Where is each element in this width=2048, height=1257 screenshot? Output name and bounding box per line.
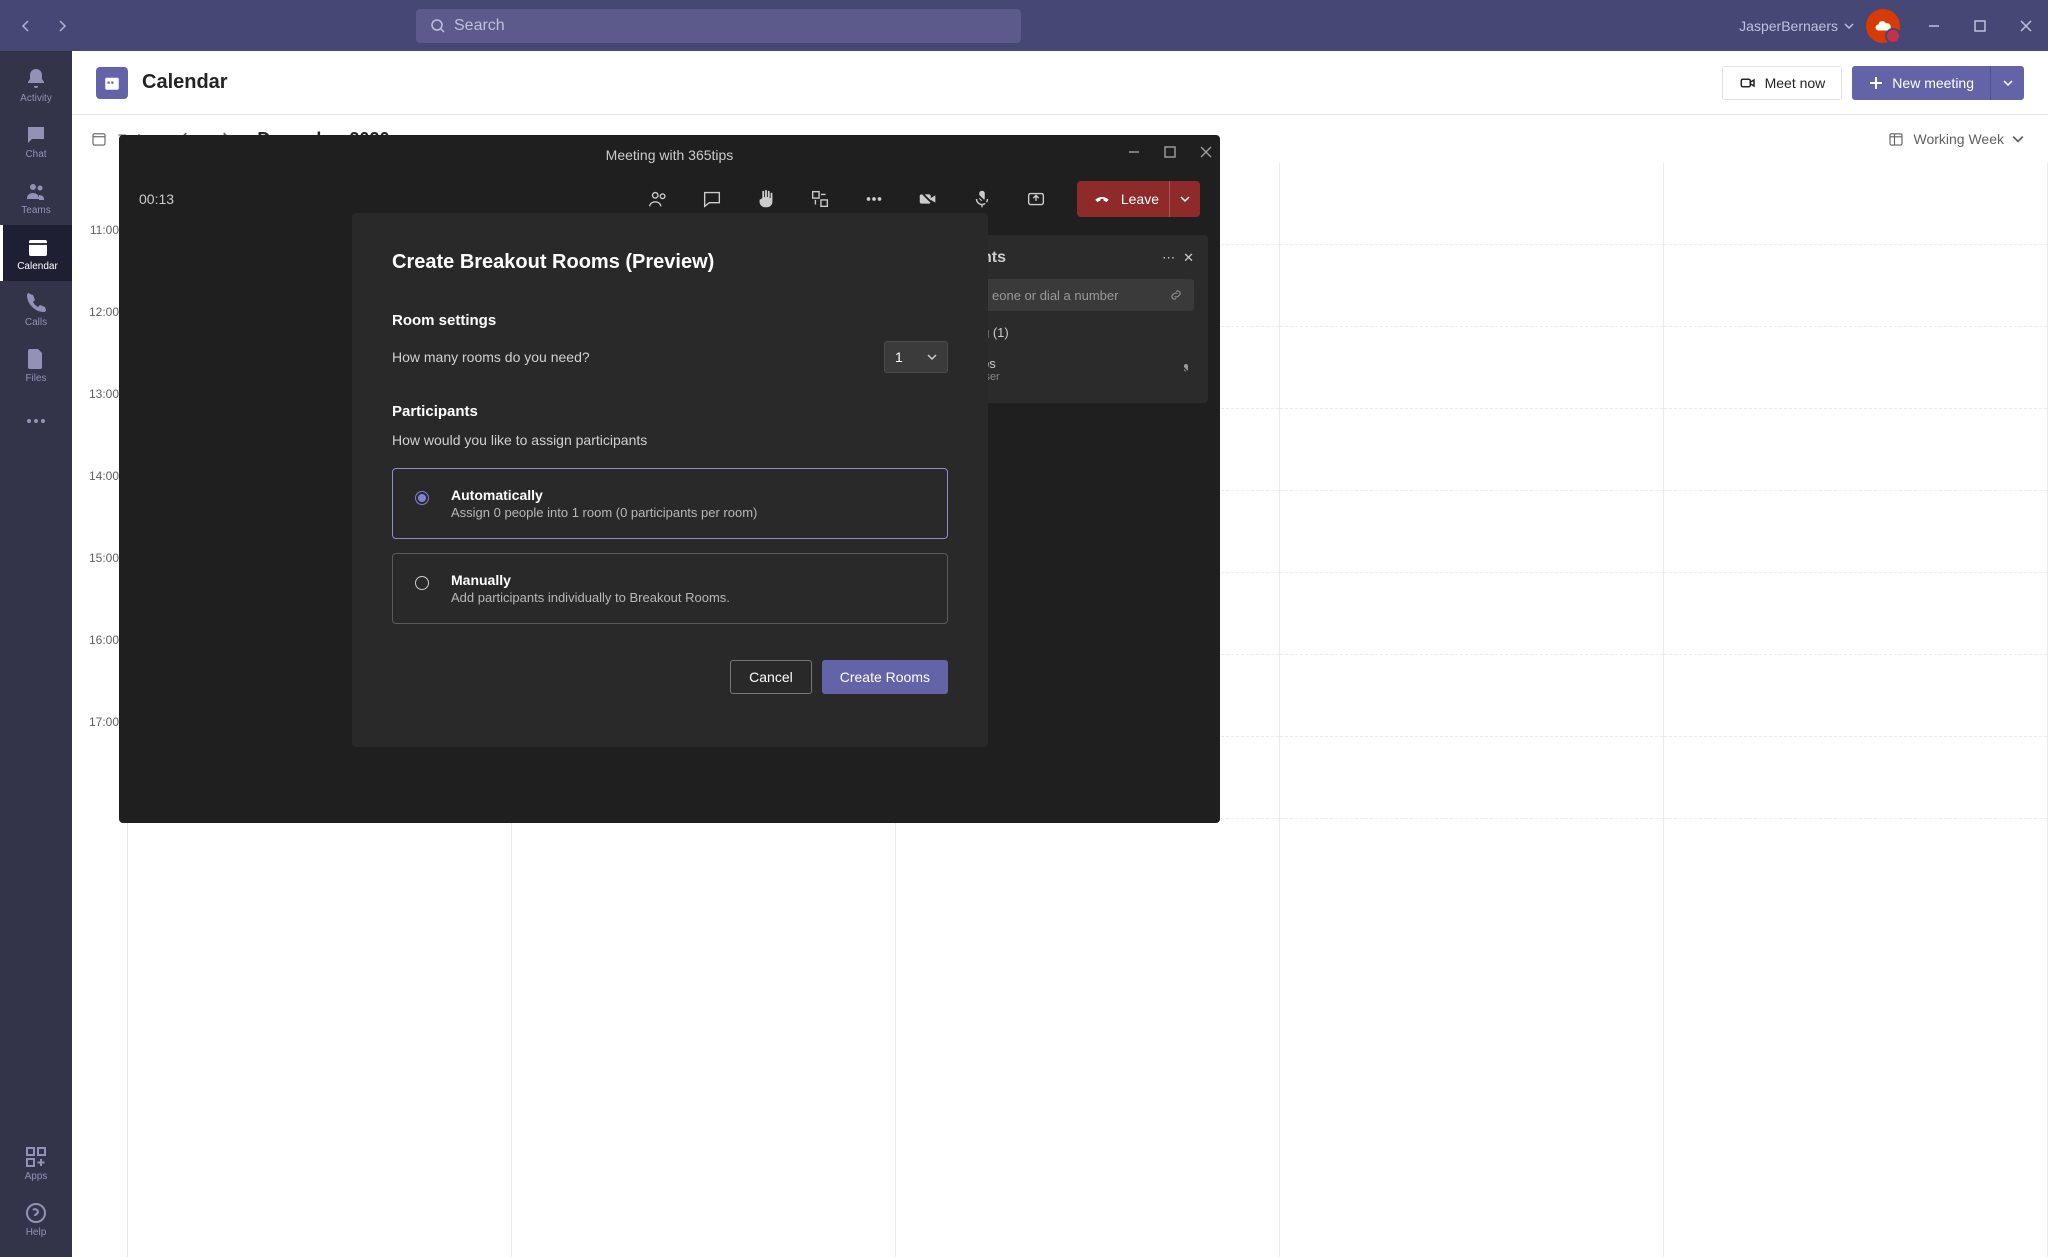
chevron-down-icon [2003, 78, 2013, 88]
room-count-question: How many rooms do you need? [392, 349, 590, 365]
participants-icon[interactable] [645, 186, 671, 212]
minimize-icon[interactable] [1924, 16, 1944, 36]
cloud-icon [1874, 17, 1892, 35]
nav-back-icon[interactable] [12, 12, 40, 40]
cancel-button[interactable]: Cancel [730, 660, 812, 694]
meeting-timer: 00:13 [139, 191, 174, 207]
chat-icon[interactable] [699, 186, 725, 212]
meet-now-button[interactable]: Meet now [1722, 66, 1843, 100]
participant-row: ps iser [982, 350, 1194, 389]
page-title: Calendar [142, 71, 228, 94]
radio-on-icon [415, 491, 429, 505]
meeting-minimize-icon[interactable] [1128, 145, 1140, 161]
raise-hand-icon[interactable] [753, 186, 779, 212]
hangup-icon [1093, 190, 1111, 208]
room-count-select[interactable]: 1 [884, 341, 948, 373]
maximize-icon[interactable] [1970, 16, 1990, 36]
nav-forward-icon[interactable] [48, 12, 76, 40]
more-actions-icon[interactable] [861, 186, 887, 212]
sidebar-item-more[interactable] [0, 393, 72, 449]
dialog-title: Create Breakout Rooms (Preview) [392, 251, 948, 274]
calendar-app-icon [96, 67, 128, 99]
help-icon [24, 1201, 48, 1225]
people-icon [24, 179, 48, 203]
breakout-rooms-dialog: Create Breakout Rooms (Preview) Room set… [352, 213, 988, 747]
search-icon [430, 18, 446, 34]
username-menu[interactable]: JasperBernaers [1739, 18, 1854, 34]
option-manually[interactable]: Manually Add participants individually t… [392, 553, 948, 624]
new-meeting-button[interactable]: New meeting [1852, 66, 1990, 100]
panel-more-icon[interactable]: ⋯ [1162, 250, 1175, 266]
sidebar-item-files[interactable]: Files [0, 337, 72, 393]
phone-icon [24, 291, 48, 315]
calendar-icon [26, 235, 50, 259]
view-selector[interactable]: Working Week [1913, 131, 2004, 147]
leave-dropdown[interactable] [1169, 181, 1190, 217]
participants-panel: nts ⋯ ✕ eone or dial a number g (1) ps i… [968, 235, 1208, 403]
mic-off-icon[interactable] [969, 186, 995, 212]
bell-icon [24, 67, 48, 91]
apps-icon [24, 1145, 48, 1169]
participants-heading: Participants [392, 403, 948, 420]
sidebar-item-calendar[interactable]: Calendar [0, 225, 72, 281]
sidebar: Activity Chat Teams Calendar Calls Files… [0, 51, 72, 1257]
room-settings-heading: Room settings [392, 312, 948, 329]
leave-button[interactable]: Leave [1077, 181, 1200, 217]
sidebar-item-help[interactable]: Help [0, 1191, 72, 1247]
breakout-rooms-icon[interactable] [807, 186, 833, 212]
sidebar-item-chat[interactable]: Chat [0, 113, 72, 169]
titlebar: Search JasperBernaers [0, 0, 2048, 51]
sidebar-item-calls[interactable]: Calls [0, 281, 72, 337]
sidebar-item-teams[interactable]: Teams [0, 169, 72, 225]
create-rooms-button[interactable]: Create Rooms [822, 660, 948, 694]
new-meeting-dropdown[interactable] [1990, 66, 2024, 100]
sidebar-item-activity[interactable]: Activity [0, 57, 72, 113]
video-icon [1739, 74, 1757, 92]
close-icon[interactable] [2016, 16, 2036, 36]
meeting-close-icon[interactable] [1200, 145, 1212, 161]
today-icon [90, 130, 108, 148]
sidebar-item-apps[interactable]: Apps [0, 1135, 72, 1191]
file-icon [24, 347, 48, 371]
search-input[interactable]: Search [416, 9, 1021, 43]
chevron-down-icon[interactable] [2012, 133, 2024, 145]
chevron-down-icon [1844, 21, 1854, 31]
radio-off-icon [415, 576, 429, 590]
camera-off-icon[interactable] [915, 186, 941, 212]
page-header: Calendar Meet now New meeting [72, 51, 2048, 115]
chat-icon [24, 123, 48, 147]
plus-icon [1868, 75, 1884, 91]
mic-muted-icon [1178, 362, 1194, 378]
option-automatically[interactable]: Automatically Assign 0 people into 1 roo… [392, 468, 948, 539]
assign-question: How would you like to assign participant… [392, 432, 948, 448]
share-icon[interactable] [1023, 186, 1049, 212]
search-placeholder: Search [454, 17, 505, 35]
meeting-title-bar: Meeting with 365tips [119, 135, 1220, 175]
link-icon[interactable] [1168, 287, 1184, 303]
meeting-maximize-icon[interactable] [1164, 145, 1176, 161]
avatar[interactable] [1866, 9, 1900, 43]
chevron-down-icon [927, 352, 937, 362]
view-icon [1887, 130, 1905, 148]
panel-close-icon[interactable]: ✕ [1183, 250, 1194, 266]
invite-input[interactable]: eone or dial a number [982, 279, 1194, 311]
more-icon [24, 409, 48, 433]
